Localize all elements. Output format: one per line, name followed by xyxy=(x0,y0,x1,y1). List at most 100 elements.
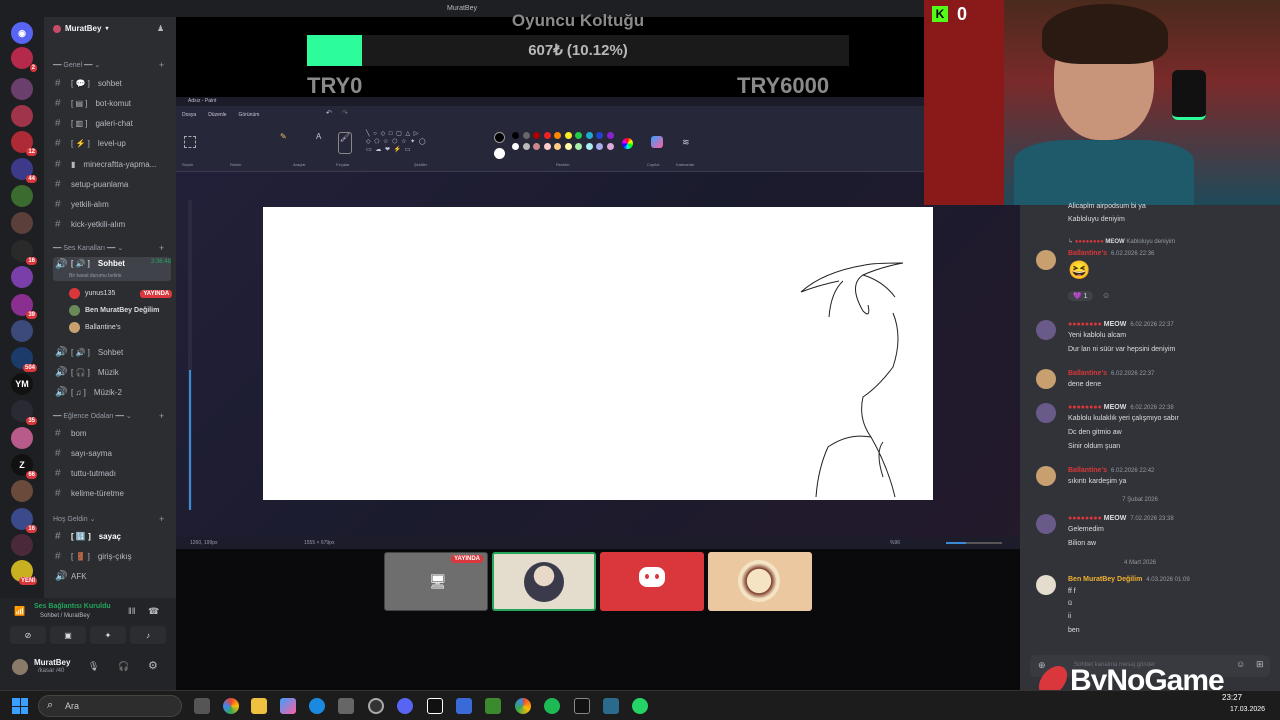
avatar[interactable] xyxy=(1036,466,1056,486)
zoom-slider[interactable] xyxy=(946,542,1002,544)
undo-icon[interactable]: ↶ xyxy=(326,109,332,117)
server-header[interactable]: MuratBey ▾ xyxy=(53,24,108,33)
add-channel-icon[interactable]: + xyxy=(159,60,164,70)
emoji-icon[interactable]: ☺ xyxy=(1236,659,1245,669)
channel-sayi-sayma[interactable]: # sayı-sayma xyxy=(53,445,171,461)
palette-color-swatch[interactable] xyxy=(512,132,519,139)
reaction[interactable]: 💜 1 xyxy=(1068,291,1093,301)
voice-channel-muzik[interactable]: 🔊[ 🎧 ] Müzik xyxy=(53,364,171,380)
add-reaction-icon[interactable]: ☺ xyxy=(1102,291,1110,300)
soundboard-button[interactable]: ♪ xyxy=(130,626,166,644)
redo-icon[interactable]: ↷ xyxy=(342,109,348,117)
clock-date[interactable]: 17.03.2026 xyxy=(1230,706,1265,713)
noise-suppression-icon[interactable]: ‖‖ xyxy=(128,606,135,616)
gear-icon[interactable]: ⚙ xyxy=(148,659,158,672)
avatar[interactable] xyxy=(1036,250,1056,270)
microphone-icon[interactable]: 🎙 xyxy=(88,661,99,672)
minecraft-icon[interactable] xyxy=(485,698,501,714)
channel-sohbet[interactable]: #[ 💬 ] sohbet xyxy=(53,75,171,91)
store-icon[interactable] xyxy=(338,698,354,714)
whatsapp-icon[interactable] xyxy=(632,698,648,714)
category-hosgeldin[interactable]: Hoş Geldin ⌄ + xyxy=(53,514,164,524)
message-author[interactable]: Ballantine's 6.02.2026 22:42 xyxy=(1068,467,1154,474)
category-ses[interactable]: ━━ Ses Kanalları ━━ ⌄ + xyxy=(53,243,164,253)
palette-color-swatch[interactable] xyxy=(585,132,593,139)
server-icon[interactable]: 35 xyxy=(11,400,37,425)
copilot-icon[interactable] xyxy=(651,136,663,148)
channel-bot-komut[interactable]: #[ ▤ ] bot-komut xyxy=(53,95,171,111)
add-channel-icon[interactable]: + xyxy=(159,514,164,524)
zoom-level[interactable]: %96 xyxy=(890,540,900,546)
app-icon[interactable] xyxy=(603,698,619,714)
add-friend-icon[interactable]: ♟ xyxy=(157,24,164,33)
pencil-icon[interactable]: ✎ xyxy=(280,132,287,141)
server-icon[interactable]: 16 xyxy=(11,240,37,265)
message-author[interactable]: ●●●●●●●● MEOW 6.02.2026 22:38 xyxy=(1068,404,1174,411)
channel-sayac[interactable]: #[ 🔢 ] sayaç xyxy=(53,528,171,544)
palette-color-swatch[interactable] xyxy=(606,143,614,150)
disconnect-icon[interactable]: ☎ xyxy=(148,606,159,617)
obs-icon[interactable] xyxy=(368,698,384,714)
discord-home-icon[interactable]: ◉ xyxy=(11,22,33,44)
server-icon[interactable] xyxy=(11,185,33,207)
server-icon[interactable]: 504 xyxy=(11,347,37,372)
message-author[interactable]: ●●●●●●●● MEOW 6.02.2026 22:37 xyxy=(1068,321,1174,328)
edge-icon[interactable] xyxy=(309,698,325,714)
chrome-icon[interactable] xyxy=(223,698,239,714)
server-icon[interactable] xyxy=(11,266,33,288)
voice-user[interactable]: Ballantine's xyxy=(69,322,121,333)
terminal-icon[interactable] xyxy=(574,698,590,714)
category-eglence[interactable]: ━━ Eğlence Odaları ━━ ⌄ + xyxy=(53,411,164,421)
color-1-swatch[interactable] xyxy=(494,132,505,143)
server-icon[interactable] xyxy=(11,480,33,502)
connection-channel[interactable]: Sohbet / MuratBey xyxy=(40,613,90,619)
layers-icon[interactable]: ≋ xyxy=(682,137,690,148)
server-icon[interactable]: YENİ xyxy=(11,560,37,585)
channel-bom[interactable]: # bom xyxy=(53,425,171,441)
palette-color-swatch[interactable] xyxy=(543,143,551,150)
windows-start-icon[interactable] xyxy=(12,698,28,714)
user-tile[interactable] xyxy=(708,552,812,611)
voice-status[interactable]: Bir kanal durumu belirle xyxy=(69,273,122,279)
palette-color-swatch[interactable] xyxy=(606,132,614,139)
user-tile[interactable] xyxy=(492,552,596,611)
taskview-icon[interactable] xyxy=(194,698,210,714)
headphones-icon[interactable]: 🎧 xyxy=(118,661,129,672)
apps-icon[interactable]: ⊞ xyxy=(1256,659,1264,670)
channel-setup[interactable]: # setup-puanlama xyxy=(53,176,171,192)
user-name[interactable]: MuratBey xyxy=(34,658,70,667)
paint-size-slider[interactable] xyxy=(188,200,192,510)
voice-channel-afk[interactable]: 🔊 AFK xyxy=(53,568,171,584)
channel-tuttu[interactable]: # tuttu-tutmadı xyxy=(53,465,171,481)
paint-canvas[interactable] xyxy=(263,207,933,500)
edit-colors-icon[interactable] xyxy=(622,138,633,149)
avatar[interactable] xyxy=(1036,403,1056,423)
voice-user[interactable]: yunus135 YAYINDA xyxy=(69,288,173,299)
spotify-icon[interactable] xyxy=(544,698,560,714)
palette-color-swatch[interactable] xyxy=(512,143,519,150)
app-icon[interactable] xyxy=(456,698,472,714)
video-off-button[interactable]: ⊘ xyxy=(10,626,46,644)
voice-channel-sohbet-2[interactable]: 🔊[ 🔊 ] Sohbet xyxy=(53,344,171,360)
palette-color-swatch[interactable] xyxy=(596,143,603,150)
channel-yetkili[interactable]: # yetkili-alım xyxy=(53,196,171,212)
palette-color-swatch[interactable] xyxy=(533,132,540,139)
channel-level-up[interactable]: #[ ⚡ ] level-up xyxy=(53,135,171,151)
menu-dosya[interactable]: Dosya xyxy=(182,112,196,118)
avatar[interactable] xyxy=(12,659,28,675)
channel-kelime[interactable]: # kelime-türetme xyxy=(53,485,171,501)
category-genel[interactable]: ━━ Genel ━━ ⌄ + xyxy=(53,60,164,70)
palette-color-swatch[interactable] xyxy=(522,143,530,150)
color-palette[interactable] xyxy=(512,130,618,160)
server-icon[interactable]: 44 xyxy=(11,158,37,183)
palette-color-swatch[interactable] xyxy=(575,143,582,150)
palette-color-swatch[interactable] xyxy=(533,143,540,150)
discord-tile[interactable] xyxy=(600,552,704,611)
file-explorer-icon[interactable] xyxy=(251,698,267,714)
menu-gorunum[interactable]: Görünüm xyxy=(239,112,260,118)
avatar[interactable] xyxy=(1036,514,1056,534)
message-author[interactable]: Ballantine's 6.02.2026 22:36 xyxy=(1068,250,1154,257)
activities-button[interactable]: ✦ xyxy=(90,626,126,644)
palette-color-swatch[interactable] xyxy=(564,132,572,139)
message-author[interactable]: Ben MuratBey Değilim 4.03.2026 01:09 xyxy=(1068,576,1190,583)
